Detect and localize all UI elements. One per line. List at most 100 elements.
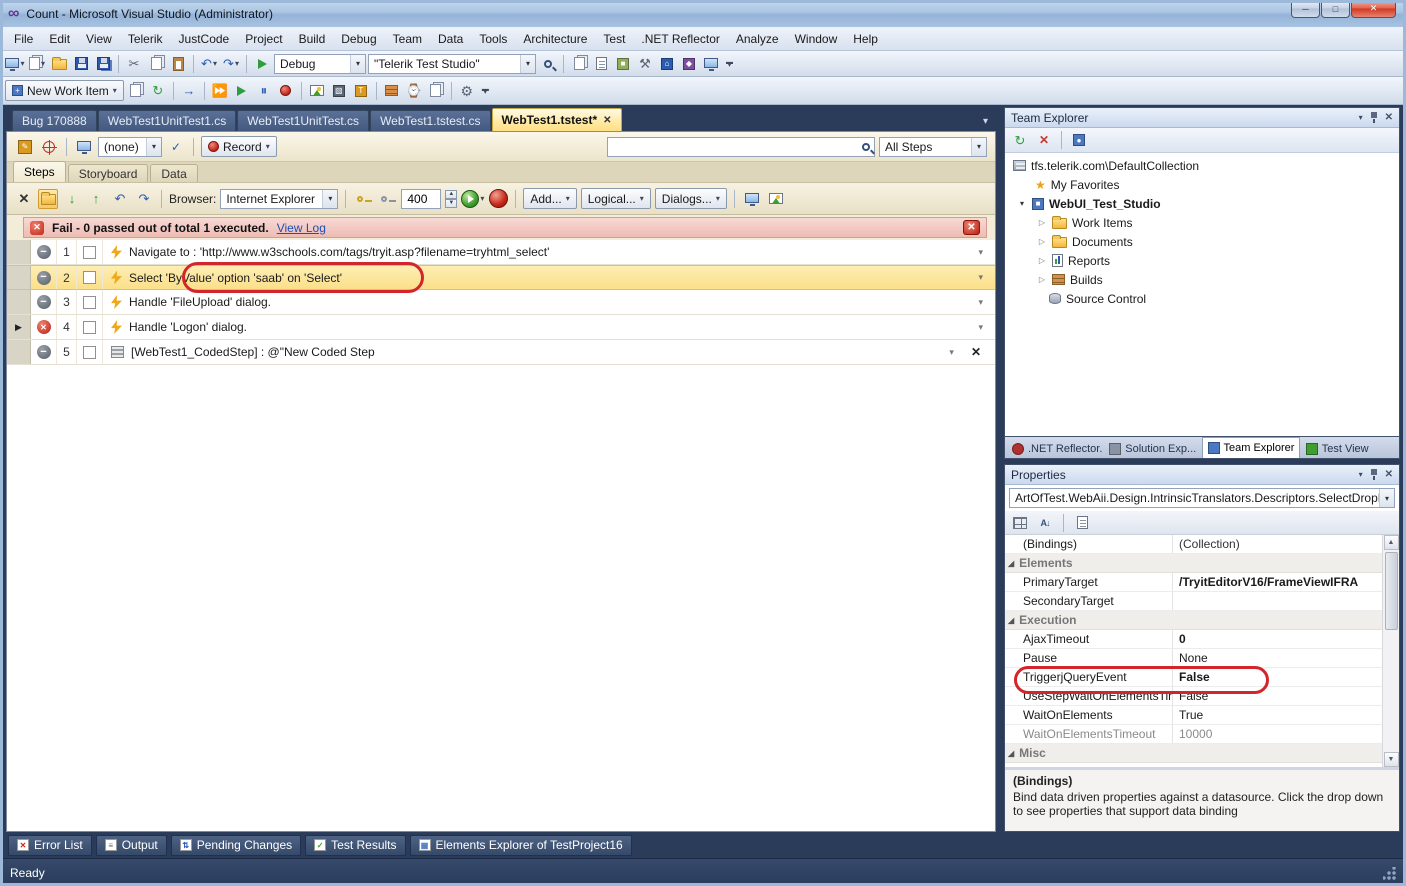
tree-item-collection[interactable]: tfs.telerik.com\DefaultCollection <box>1005 156 1399 175</box>
step-state-cell[interactable]: ✕ <box>31 315 57 339</box>
settings-gear-icon[interactable]: ⚙ <box>457 81 477 101</box>
step-gutter[interactable] <box>7 266 31 289</box>
step-state-cell[interactable]: − <box>31 290 57 314</box>
toolbar-overflow-icon[interactable]: ▬ ▾ <box>479 86 492 96</box>
expanded-triangle-icon[interactable]: ▾ <box>1017 199 1027 208</box>
stepper-down-icon[interactable]: ▼ <box>445 198 458 208</box>
property-row-waitonelementstimeout[interactable]: WaitOnElementsTimeout 10000 <box>1005 725 1382 744</box>
refresh-work-items-icon[interactable]: ↻ <box>148 81 168 101</box>
speed-stepper[interactable]: ▲ ▼ <box>445 189 458 208</box>
run-all-tests-icon[interactable] <box>232 81 252 101</box>
tab-data[interactable]: Data <box>150 164 198 182</box>
property-row-triggerjqueryevent[interactable]: TriggerjQueryEvent False <box>1005 668 1382 687</box>
collapsed-triangle-icon[interactable]: ▷ <box>1037 275 1047 284</box>
tab-bug-170888[interactable]: Bug 170888 <box>12 110 97 131</box>
property-value[interactable]: (Collection) <box>1173 537 1382 551</box>
property-category-elements[interactable]: ◢ Elements <box>1005 554 1382 573</box>
properties-titlebar[interactable]: Properties ▾ ✕ <box>1005 465 1399 485</box>
category-triangle-icon[interactable]: ◢ <box>1008 749 1014 758</box>
disable-step-icon[interactable]: − <box>36 345 51 359</box>
copy-icon[interactable] <box>146 54 166 74</box>
step-checkbox-cell[interactable] <box>77 315 103 339</box>
menu-team[interactable]: Team <box>385 32 430 46</box>
step-state-cell[interactable]: − <box>31 240 57 264</box>
search-input[interactable] <box>612 139 862 154</box>
disable-step-icon[interactable]: − <box>36 295 51 309</box>
step-gutter[interactable]: ▶ <box>7 315 31 339</box>
paste-icon[interactable] <box>168 54 188 74</box>
redo-icon[interactable]: ↷ ▾ <box>221 54 241 74</box>
collapsed-triangle-icon[interactable]: ▷ <box>1037 218 1047 227</box>
chevron-down-icon[interactable]: ▾ <box>520 54 535 73</box>
properties-window-icon[interactable] <box>591 54 611 74</box>
close-icon[interactable]: ✕ <box>1385 112 1393 123</box>
start-page-icon[interactable]: ⌂ <box>657 54 677 74</box>
browser-combobox[interactable]: Internet Explorer ▾ <box>220 188 339 209</box>
menu-architecture[interactable]: Architecture <box>515 32 595 46</box>
tree-item-webui-test-studio[interactable]: ▾ ■ WebUI_Test_Studio <box>1005 194 1399 213</box>
tab-steps[interactable]: Steps <box>13 161 66 182</box>
menu-window[interactable]: Window <box>787 32 846 46</box>
step-row-3[interactable]: − 3 Handle 'FileUpload' dialog. ▾ <box>7 290 995 315</box>
find-icon[interactable] <box>538 54 558 74</box>
record-button[interactable]: Record ▾ <box>201 136 277 157</box>
search-box[interactable] <box>607 136 875 157</box>
move-step-up-icon[interactable]: ↑ <box>86 189 106 209</box>
undo-icon[interactable]: ↶ <box>110 189 130 209</box>
view-log-link[interactable]: View Log <box>277 221 326 235</box>
compare-icon[interactable] <box>426 81 446 101</box>
collapsed-triangle-icon[interactable]: ▷ <box>1037 237 1047 246</box>
speed-value-input[interactable] <box>402 191 441 206</box>
step-row-2-selected[interactable]: − 2 Select 'ByValue' option 'saab' on 'S… <box>7 265 995 290</box>
disable-step-icon[interactable]: − <box>36 270 51 285</box>
menu-edit[interactable]: Edit <box>41 32 78 46</box>
step-dropdown-icon[interactable]: ▾ <box>974 272 987 283</box>
chevron-down-icon[interactable]: ▾ <box>971 137 986 156</box>
tab-list-chevron-icon[interactable]: ▾ <box>983 116 996 131</box>
tree-item-work-items[interactable]: ▷ Work Items <box>1005 213 1399 232</box>
tree-item-documents[interactable]: ▷ Documents <box>1005 232 1399 251</box>
step-content[interactable]: [WebTest1_CodedStep] : @"New Coded Step … <box>103 340 995 364</box>
unbind-key-icon[interactable] <box>377 189 397 209</box>
step-gutter[interactable] <box>7 290 31 314</box>
dialogs-step-button[interactable]: Dialogs... ▾ <box>654 188 727 209</box>
menu-telerik[interactable]: Telerik <box>120 32 171 46</box>
step-state-cell[interactable]: − <box>31 340 57 364</box>
search-icon[interactable] <box>862 142 870 151</box>
output-button[interactable]: ≡ Output <box>95 834 167 856</box>
category-triangle-icon[interactable]: ◢ <box>1008 559 1014 568</box>
debug-configuration-combobox[interactable]: Debug ▾ <box>274 53 366 74</box>
undo-icon[interactable]: ↶ ▾ <box>199 54 219 74</box>
resize-grip[interactable] <box>1383 867 1396 880</box>
scrollbar-thumb[interactable] <box>1384 552 1398 630</box>
delete-coded-step-icon[interactable]: ✕ <box>965 345 987 359</box>
error-list-button[interactable]: ✕ Error List <box>8 834 92 856</box>
step-checkbox[interactable] <box>83 295 96 309</box>
run-test-button[interactable]: ▾ <box>461 189 484 209</box>
property-row-ajaxtimeout[interactable]: AjaxTimeout 0 <box>1005 630 1382 649</box>
translator-icon[interactable]: T <box>351 81 371 101</box>
test-film-icon[interactable]: ▧ <box>329 81 349 101</box>
step-checkbox-cell[interactable] <box>77 340 103 364</box>
chevron-down-icon[interactable]: ▾ <box>350 54 365 73</box>
property-row-primarytarget[interactable]: PrimaryTarget /TryitEditorV16/FrameViewI… <box>1005 573 1382 592</box>
step-checkbox-cell[interactable] <box>77 240 103 264</box>
stepper-up-icon[interactable]: ▲ <box>445 189 458 199</box>
step-checkbox-cell[interactable] <box>77 290 103 314</box>
new-project-icon[interactable]: ▾ <box>5 54 25 74</box>
property-value[interactable]: 10000 <box>1173 727 1382 741</box>
tab-webtest1-tstest-active[interactable]: WebTest1.tstest* ✕ <box>491 108 622 131</box>
image-capture-icon[interactable] <box>766 189 786 209</box>
toolbox-icon[interactable]: ⚒ <box>635 54 655 74</box>
run-checked-tests-icon[interactable]: ⏩ <box>210 81 230 101</box>
menu-tools[interactable]: Tools <box>471 32 515 46</box>
tree-item-my-favorites[interactable]: ★ My Favorites <box>1005 175 1399 194</box>
extension-manager-icon[interactable]: ◆ <box>679 54 699 74</box>
menu-test[interactable]: Test <box>595 32 633 46</box>
step-dropdown-icon[interactable]: ▾ <box>974 322 987 333</box>
step-dropdown-icon[interactable]: ▾ <box>974 247 987 258</box>
team-members-icon[interactable]: ● <box>1069 130 1089 150</box>
tree-item-reports[interactable]: ▷ Reports <box>1005 251 1399 270</box>
property-value[interactable]: 0 <box>1173 632 1382 646</box>
solution-explorer-icon[interactable] <box>569 54 589 74</box>
